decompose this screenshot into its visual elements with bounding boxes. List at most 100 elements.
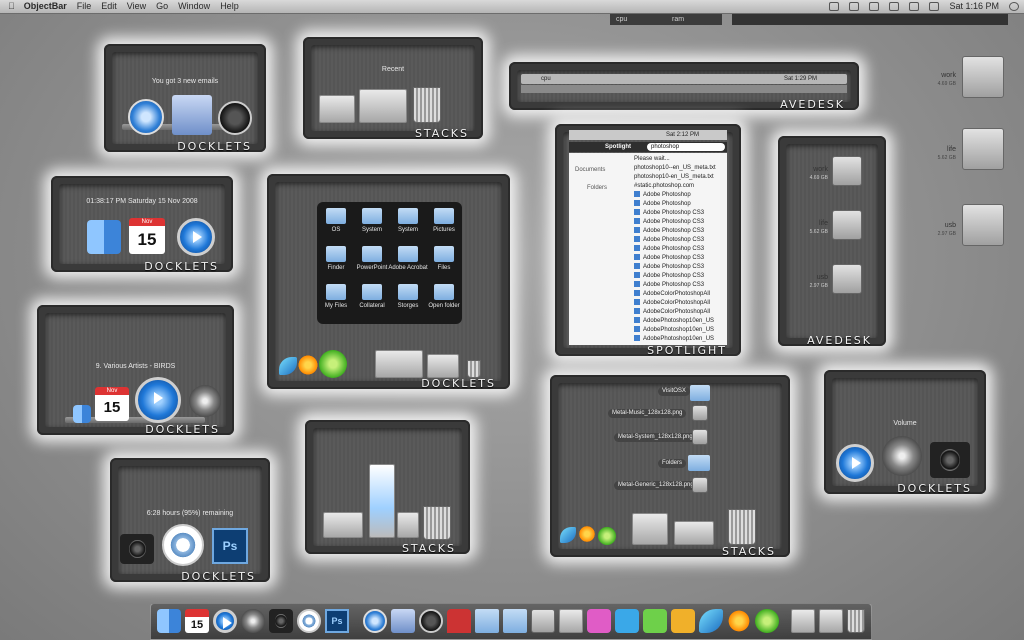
dock-lifebuoy-icon[interactable] — [297, 609, 321, 633]
speaker-icon[interactable] — [189, 385, 221, 417]
stack-popup-item[interactable]: Files — [418, 246, 470, 271]
spotlight-result-row[interactable]: AdobePhotoshop10en_US — [634, 317, 727, 326]
spotlight-result-row[interactable]: AdobeColorPhotoshopAll — [634, 299, 727, 308]
spotlight-result-row[interactable]: Please wait... — [634, 155, 727, 164]
bluetooth-icon[interactable] — [849, 2, 860, 11]
spotlight-search-input[interactable]: photoshop — [647, 143, 725, 151]
dock-photos-icon[interactable] — [475, 609, 499, 633]
wifi-icon[interactable] — [869, 2, 880, 11]
dock-app-pink-icon[interactable] — [587, 609, 611, 633]
spotlight-result-row[interactable]: #static.photoshop.com — [634, 182, 727, 191]
spotlight-search-icon[interactable] — [1009, 2, 1019, 11]
folder-icon[interactable] — [688, 455, 710, 471]
menu-file[interactable]: File — [72, 0, 97, 13]
trash-icon[interactable] — [728, 509, 756, 545]
spotlight-result-row[interactable]: AdobePhotoshop10en_US — [634, 326, 727, 335]
stack-tower-icon[interactable] — [369, 464, 395, 538]
spotlight-result-row[interactable]: AdobeColorPhotoshopAll — [634, 308, 727, 317]
safari-icon[interactable] — [128, 99, 164, 135]
stack-popup-item[interactable]: Pictures — [418, 208, 470, 233]
menu-go[interactable]: Go — [151, 0, 173, 13]
dock-chair-icon[interactable] — [447, 609, 471, 633]
dock-preview-icon[interactable] — [503, 609, 527, 633]
dock-limewire-icon[interactable] — [755, 609, 779, 633]
gear-menu-icon[interactable] — [829, 2, 840, 11]
battery-icon[interactable] — [929, 2, 940, 11]
spotlight-result-row[interactable]: Adobe Photoshop — [634, 191, 727, 200]
drive-work-icon[interactable] — [832, 156, 862, 186]
dock-dashboard-icon[interactable] — [419, 609, 443, 633]
spotlight-result-row[interactable]: photoshop10-en_US_meta.txt — [634, 173, 727, 182]
drive-life-icon[interactable] — [832, 210, 862, 240]
dock-stack-2-icon[interactable] — [819, 609, 843, 633]
stack-popup-item[interactable]: Open folder — [418, 284, 470, 309]
dock-trash-icon[interactable] — [847, 609, 865, 633]
calendar-icon[interactable]: Nov 15 — [95, 387, 129, 421]
spotlight-result-row[interactable]: photoshop10--en_US_meta.txt — [634, 164, 727, 173]
spotlight-result-row[interactable]: AdobeColorPhotoshopAll — [634, 290, 727, 299]
dock-photoshop-icon[interactable]: Ps — [325, 609, 349, 633]
spotlight-result-row[interactable]: AdobePhotoshop10en_US — [634, 335, 727, 344]
stack-tray-small-icon[interactable] — [427, 354, 459, 378]
speaker-icon[interactable] — [882, 436, 922, 476]
flower-icon[interactable] — [297, 354, 319, 376]
photoshop-icon[interactable]: Ps — [212, 528, 248, 564]
spotlight-result-row[interactable]: Adobe Photoshop CS3 — [634, 236, 727, 245]
dock-network-icon[interactable] — [531, 609, 555, 633]
camera-icon[interactable] — [120, 534, 154, 564]
folder-icon[interactable] — [690, 385, 710, 401]
menu-edit[interactable]: Edit — [96, 0, 122, 13]
apple-menu-icon[interactable]:  — [0, 0, 19, 13]
menubar-clock[interactable]: Sat 1:16 PM — [944, 0, 1004, 13]
drive-usb-icon[interactable] — [832, 264, 862, 294]
dock-package-icon[interactable] — [559, 609, 583, 633]
app-menu[interactable]: ObjectBar — [19, 0, 72, 13]
dock-mail-icon[interactable] — [391, 609, 415, 633]
file-icon[interactable] — [692, 405, 708, 421]
lifebuoy-icon[interactable] — [162, 524, 204, 566]
calendar-icon[interactable]: Nov 15 — [129, 218, 165, 254]
dock-feather-icon[interactable] — [699, 609, 723, 633]
dock-app-green-icon[interactable] — [643, 609, 667, 633]
spotlight-result-row[interactable]: Adobe Photoshop CS3 — [634, 281, 727, 290]
dock-app-yellow-icon[interactable] — [671, 609, 695, 633]
flower-icon[interactable] — [578, 525, 596, 543]
stack-tray-icon[interactable] — [375, 350, 423, 378]
finder-icon[interactable] — [87, 220, 121, 254]
camera-icon[interactable] — [930, 442, 970, 478]
limewire-icon[interactable] — [319, 350, 347, 378]
stack-tray-icon[interactable] — [319, 95, 355, 123]
dock-safari-icon[interactable] — [363, 609, 387, 633]
itunes-play-icon[interactable] — [177, 218, 215, 256]
spotlight-result-row[interactable]: Adobe Photoshop CS3 — [634, 218, 727, 227]
trash-icon[interactable] — [467, 360, 481, 378]
time-machine-icon[interactable] — [889, 2, 900, 11]
spotlight-result-row[interactable]: Adobe Photoshop CS3 — [634, 254, 727, 263]
dock-speaker-icon[interactable] — [241, 609, 265, 633]
desktop-drive-work-icon[interactable] — [962, 56, 1004, 98]
spotlight-result-row[interactable]: Adobe Photoshop CS3 — [634, 227, 727, 236]
spotlight-result-row[interactable]: Adobe Photoshop — [634, 200, 727, 209]
mail-icon[interactable] — [172, 95, 212, 135]
trash-icon[interactable] — [423, 506, 451, 540]
finder-small-icon[interactable] — [73, 405, 91, 423]
menu-view[interactable]: View — [122, 0, 151, 13]
spotlight-result-row[interactable]: Adobe Photoshop CS3 — [634, 245, 727, 254]
dock-stack-icon[interactable] — [791, 609, 815, 633]
itunes-play-icon[interactable] — [135, 377, 181, 423]
recent-stack-icon[interactable] — [359, 89, 407, 123]
file-icon[interactable] — [692, 477, 708, 493]
menu-help[interactable]: Help — [215, 0, 244, 13]
stack-tray-icon[interactable] — [323, 512, 363, 538]
volume-icon[interactable] — [909, 2, 920, 11]
spotlight-result-row[interactable]: Adobe Photoshop CS3 — [634, 272, 727, 281]
spotlight-result-row[interactable]: Adobe Photoshop CS3 — [634, 263, 727, 272]
stack-tray-small-icon[interactable] — [397, 512, 419, 538]
stack-tray-icon[interactable] — [674, 521, 714, 545]
desktop-drive-usb-icon[interactable] — [962, 204, 1004, 246]
trash-icon[interactable] — [413, 87, 441, 123]
stack-tray-icon[interactable] — [632, 513, 668, 545]
dock-itunes-icon[interactable] — [213, 609, 237, 633]
dock-app-blue-icon[interactable] — [615, 609, 639, 633]
itunes-play-icon[interactable] — [836, 444, 874, 482]
